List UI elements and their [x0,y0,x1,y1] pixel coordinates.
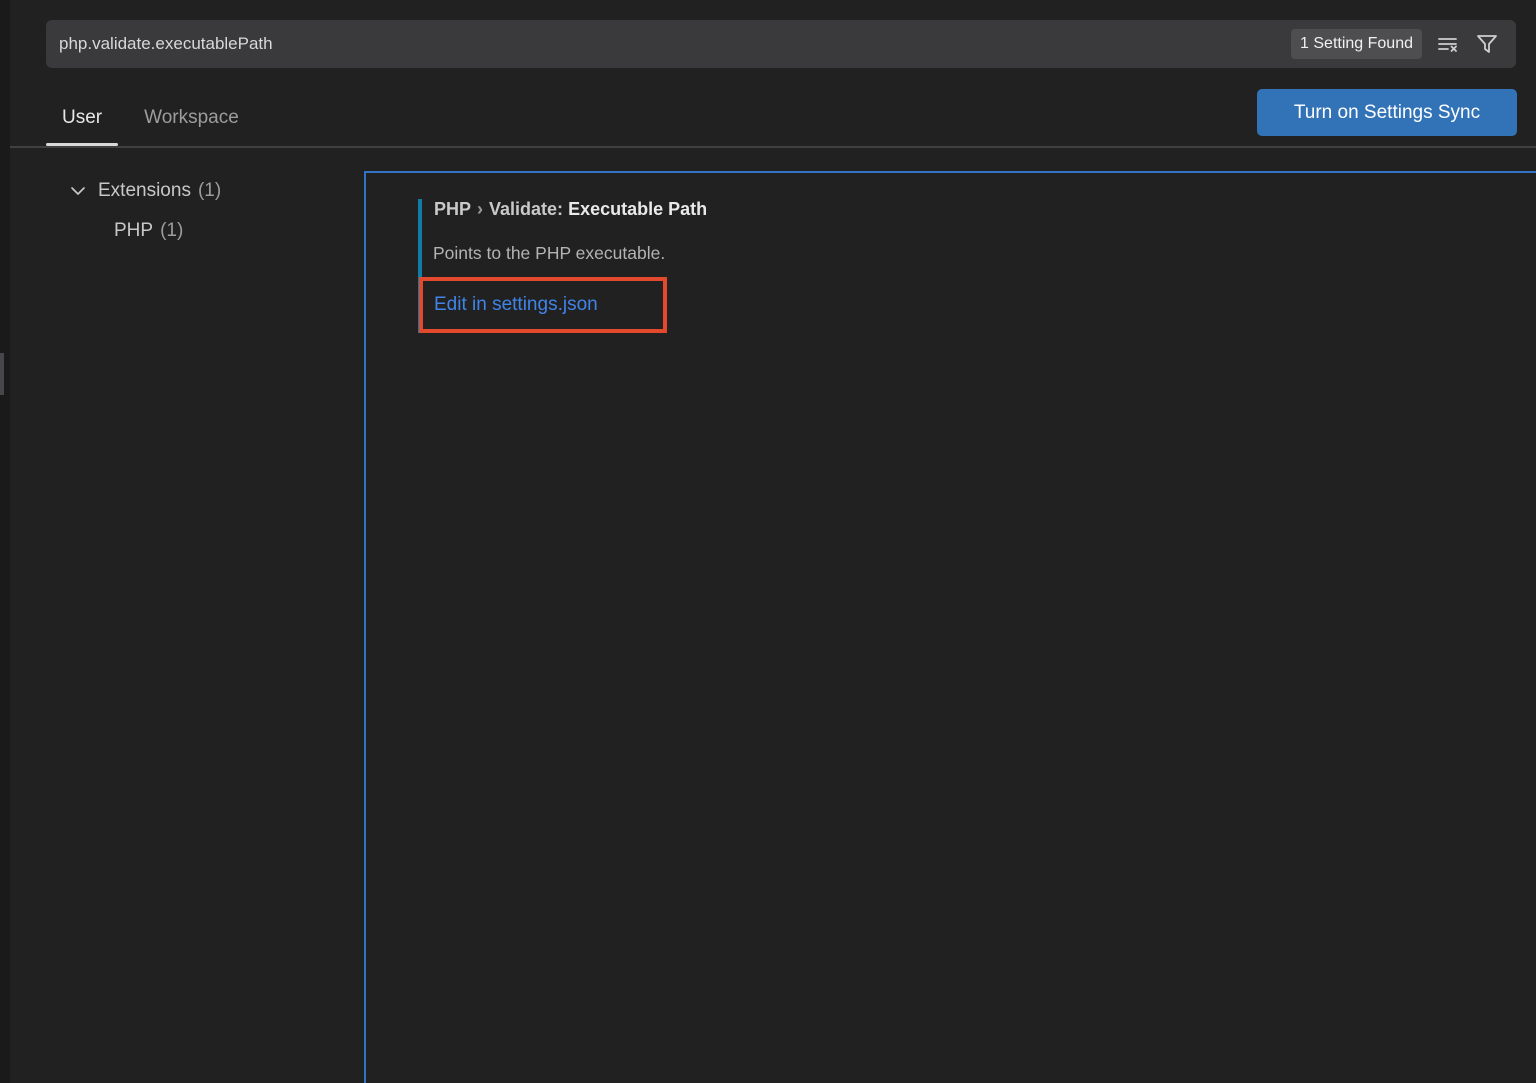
clear-search-results-icon[interactable] [1432,29,1462,59]
tabs-divider [10,146,1536,148]
tab-workspace[interactable]: Workspace [128,98,255,144]
tree-item-count: (1) [198,180,221,202]
tree-item-php[interactable]: PHP (1) [0,211,364,251]
chevron-down-icon [68,181,88,201]
edit-in-settings-json-link[interactable]: Edit in settings.json [423,294,598,316]
tree-item-label: Extensions [98,180,191,202]
settings-list-panel: PHP›Validate: Executable Path Points to … [364,171,1536,1083]
scope-tabs: User Workspace [46,98,255,144]
setting-name: Executable Path [568,199,707,219]
annotation-highlight-box: Edit in settings.json [419,277,667,333]
filter-icon[interactable] [1472,29,1502,59]
search-controls: 1 Setting Found [1291,29,1516,59]
tab-user[interactable]: User [46,98,118,144]
setting-subcategory: Validate: [489,199,563,219]
resize-sash[interactable] [0,353,4,395]
turn-on-settings-sync-button[interactable]: Turn on Settings Sync [1257,89,1517,136]
window-left-edge [0,0,10,1083]
setting-description: Points to the PHP executable. [433,243,665,264]
breadcrumb-separator: › [471,199,489,219]
tree-item-label: PHP [114,220,153,242]
results-count-badge: 1 Setting Found [1291,29,1422,59]
tree-item-extensions[interactable]: Extensions (1) [0,171,364,211]
settings-search-box: 1 Setting Found [46,20,1516,68]
settings-tree: Extensions (1) PHP (1) [0,171,364,251]
settings-search-input[interactable] [46,20,1291,68]
setting-title: PHP›Validate: Executable Path [434,199,707,220]
tree-item-count: (1) [160,220,183,242]
setting-category: PHP [434,199,471,219]
